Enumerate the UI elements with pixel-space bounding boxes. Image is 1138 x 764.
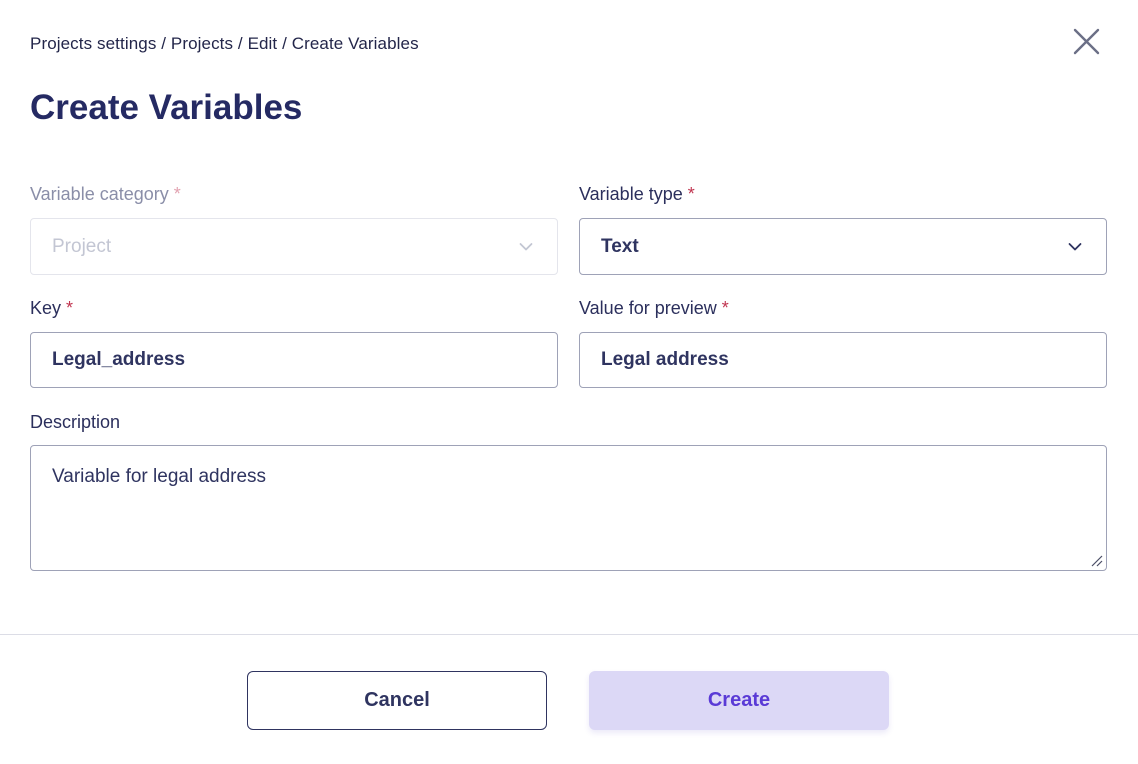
required-mark: *	[721, 298, 729, 318]
variable-category-value: Project	[52, 235, 112, 257]
footer-divider	[0, 634, 1138, 635]
variable-category-label-text: Variable category	[30, 184, 169, 204]
value-for-preview-input[interactable]: Legal address	[579, 332, 1107, 388]
cancel-button[interactable]: Cancel	[247, 671, 547, 730]
variable-category-label: Variable category *	[30, 184, 181, 205]
key-label: Key *	[30, 298, 73, 319]
value-for-preview-value: Legal address	[601, 349, 729, 370]
variable-type-select[interactable]: Text	[579, 218, 1107, 275]
create-variables-dialog: Projects settings / Projects / Edit / Cr…	[0, 0, 1138, 764]
chevron-down-icon	[519, 242, 533, 250]
value-for-preview-label-text: Value for preview	[579, 298, 717, 318]
close-button[interactable]	[1068, 24, 1104, 60]
resize-handle-icon[interactable]	[1089, 553, 1103, 567]
key-value: Legal_address	[52, 349, 186, 370]
required-mark: *	[66, 298, 74, 318]
close-icon	[1073, 28, 1100, 55]
breadcrumb: Projects settings / Projects / Edit / Cr…	[30, 34, 419, 53]
variable-type-value: Text	[601, 235, 639, 257]
value-for-preview-label: Value for preview *	[579, 298, 729, 319]
required-mark: *	[173, 184, 181, 204]
chevron-down-icon	[1068, 242, 1082, 250]
variable-type-label-text: Variable type	[579, 184, 683, 204]
required-mark: *	[687, 184, 695, 204]
description-label-text: Description	[30, 412, 121, 432]
description-value: Variable for legal address	[52, 466, 267, 487]
key-label-text: Key	[30, 298, 62, 318]
variable-type-label: Variable type *	[579, 184, 695, 205]
variable-category-select[interactable]: Project	[30, 218, 558, 275]
key-input[interactable]: Legal_address	[30, 332, 558, 388]
create-button[interactable]: Create	[589, 671, 889, 730]
page-title: Create Variables	[30, 88, 303, 127]
description-label: Description	[30, 412, 120, 433]
description-textarea[interactable]: Variable for legal address	[30, 445, 1107, 571]
